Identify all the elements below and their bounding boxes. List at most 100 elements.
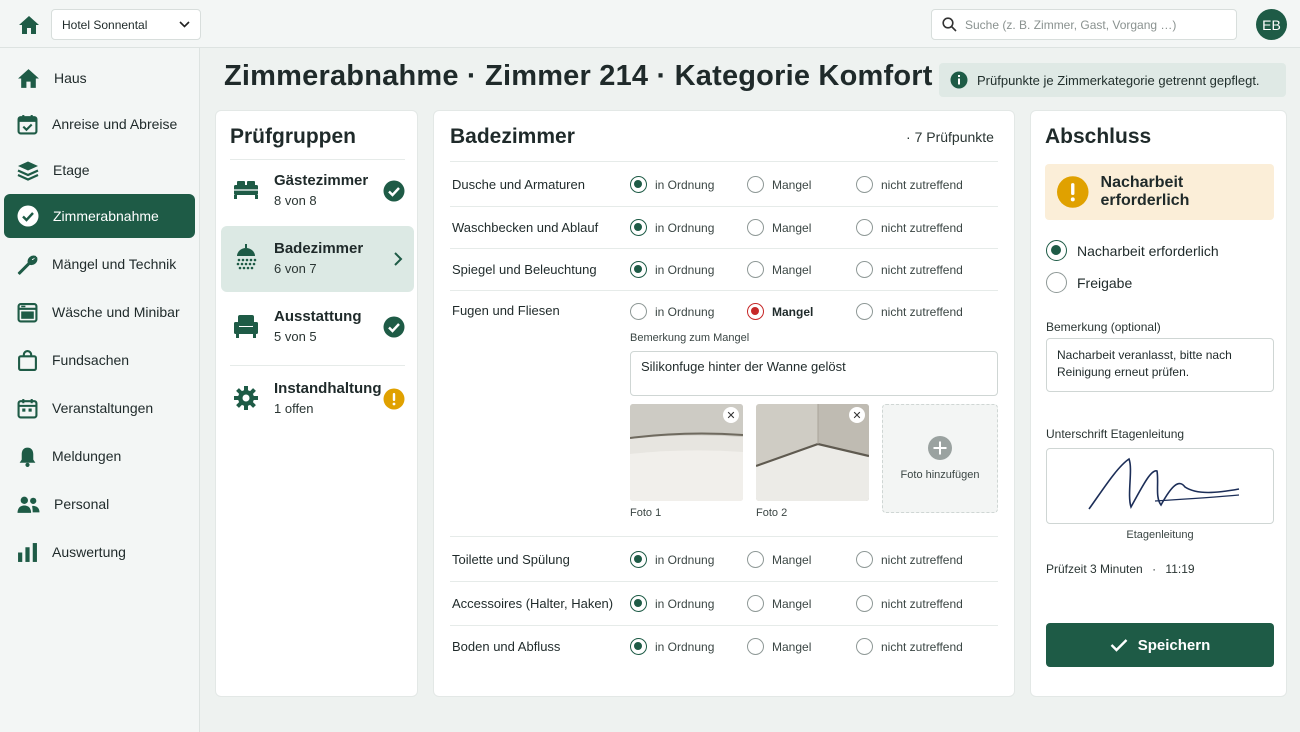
conclusion-title: Abschluss	[1045, 125, 1152, 148]
group-count: 5 von 5	[274, 329, 317, 344]
sidebar-item-label: Wäsche und Minibar	[52, 304, 180, 320]
group-item-ausstattung[interactable]: Ausstattung 5 von 5	[221, 294, 414, 360]
option-nicht-zutreffend[interactable]: nicht zutreffend	[856, 551, 963, 568]
remark-input[interactable]: Nacharbeit veranlasst, bitte nach Reinig…	[1046, 338, 1274, 392]
sidebar-item-anreise[interactable]: Anreise und Abreise	[4, 102, 195, 146]
divider	[450, 581, 998, 582]
checklist-count-text: 7 Prüfpunkte	[914, 129, 994, 145]
sidebar-item-veranstaltungen[interactable]: Veranstaltungen	[4, 386, 195, 430]
defect-photo-1[interactable]: ✕	[630, 404, 743, 501]
option-in-ordnung[interactable]: in Ordnung	[630, 595, 714, 612]
sidebar-item-personal[interactable]: Personal	[4, 482, 195, 526]
layers-icon	[17, 161, 39, 181]
group-item-badezimmer[interactable]: Badezimmer 6 von 7	[221, 226, 414, 292]
radio[interactable]	[747, 638, 764, 655]
defect-comment-input[interactable]: Silikonfuge hinter der Wanne gelöst	[630, 351, 998, 396]
calendar-icon	[17, 114, 38, 134]
radio[interactable]	[747, 219, 764, 236]
top-bar: Hotel Sonnental EB	[0, 0, 1300, 48]
option-label: in Ordnung	[655, 177, 715, 192]
sidebar-item-label: Personal	[54, 496, 110, 512]
sidebar-item-zimmerabnahme[interactable]: Zimmerabnahme	[4, 194, 195, 238]
option-mangel[interactable]: Mangel	[747, 303, 813, 320]
option-mangel[interactable]: Mangel	[747, 219, 811, 236]
radio[interactable]	[1046, 272, 1067, 293]
radio[interactable]	[856, 595, 873, 612]
radio[interactable]	[856, 261, 873, 278]
option-nicht-zutreffend[interactable]: nicht zutreffend	[856, 638, 963, 655]
radio[interactable]	[747, 303, 764, 320]
option-nicht-zutreffend[interactable]: nicht zutreffend	[856, 176, 963, 193]
photo-caption: Foto 2	[756, 507, 788, 519]
option-label: nicht zutreffend	[881, 639, 963, 654]
radio[interactable]	[856, 551, 873, 568]
radio[interactable]	[1046, 240, 1067, 261]
option-in-ordnung[interactable]: in Ordnung	[630, 551, 714, 568]
group-count: 8 von 8	[274, 193, 317, 208]
radio[interactable]	[630, 303, 647, 320]
checklist-panel: Badezimmer · 7 Prüfpunkte Dusche und Arm…	[433, 110, 1015, 697]
sidebar-item-etage[interactable]: Etage	[4, 148, 195, 192]
check-icon	[1110, 639, 1128, 652]
radio[interactable]	[630, 176, 647, 193]
radio[interactable]	[856, 176, 873, 193]
radio[interactable]	[747, 595, 764, 612]
radio[interactable]	[630, 638, 647, 655]
option-mangel[interactable]: Mangel	[747, 176, 811, 193]
sidebar-item-auswertung[interactable]: Auswertung	[4, 530, 195, 574]
radio[interactable]	[856, 219, 873, 236]
option-nicht-zutreffend[interactable]: nicht zutreffend	[856, 595, 963, 612]
radio[interactable]	[747, 551, 764, 568]
group-name: Gästezimmer	[274, 172, 369, 189]
radio[interactable]	[856, 303, 873, 320]
remove-photo-button[interactable]: ✕	[849, 407, 865, 423]
bag-icon	[18, 349, 37, 371]
radio[interactable]	[630, 595, 647, 612]
option-in-ordnung[interactable]: in Ordnung	[630, 303, 714, 320]
group-item-instandhaltung[interactable]: Instandhaltung 1 offen	[221, 366, 414, 432]
option-nicht-zutreffend[interactable]: nicht zutreffend	[856, 303, 963, 320]
option-label: in Ordnung	[655, 596, 715, 611]
option-mangel[interactable]: Mangel	[747, 638, 811, 655]
option-mangel[interactable]: Mangel	[747, 551, 811, 568]
info-banner: Prüfpunkte je Zimmerkategorie getrennt g…	[939, 63, 1286, 97]
check-time: Prüfzeit 3 Minuten	[1046, 562, 1143, 576]
option-label: nicht zutreffend	[881, 177, 963, 192]
radio[interactable]	[630, 261, 647, 278]
group-item-gaestezimmer[interactable]: Gästezimmer 8 von 8	[221, 158, 414, 224]
radio[interactable]	[630, 551, 647, 568]
add-photo-button[interactable]: Foto hinzufügen	[882, 404, 998, 513]
option-in-ordnung[interactable]: in Ordnung	[630, 219, 714, 236]
save-button[interactable]: Speichern	[1046, 623, 1274, 667]
option-label: in Ordnung	[655, 304, 715, 319]
signature-pad[interactable]	[1046, 448, 1274, 524]
search-input[interactable]	[965, 17, 1225, 32]
sidebar-item-maengel[interactable]: Mängel und Technik	[4, 242, 195, 286]
option-in-ordnung[interactable]: in Ordnung	[630, 638, 714, 655]
option-freigabe[interactable]: Freigabe	[1046, 272, 1132, 293]
sidebar: Haus Anreise und Abreise Etage Zimmerabn…	[0, 48, 200, 732]
sidebar-item-fundsachen[interactable]: Fundsachen	[4, 338, 195, 382]
remove-photo-button[interactable]: ✕	[723, 407, 739, 423]
option-label: nicht zutreffend	[881, 304, 963, 319]
info-text: Prüfpunkte je Zimmerkategorie getrennt g…	[977, 72, 1260, 88]
sidebar-item-haus[interactable]: Haus	[4, 56, 195, 100]
radio[interactable]	[856, 638, 873, 655]
radio[interactable]	[630, 219, 647, 236]
option-in-ordnung[interactable]: in Ordnung	[630, 261, 714, 278]
defect-photo-2[interactable]: ✕	[756, 404, 869, 501]
option-in-ordnung[interactable]: in Ordnung	[630, 176, 714, 193]
radio[interactable]	[747, 176, 764, 193]
avatar[interactable]: EB	[1256, 9, 1287, 40]
option-nacharbeit[interactable]: Nacharbeit erforderlich	[1046, 240, 1219, 261]
option-mangel[interactable]: Mangel	[747, 595, 811, 612]
option-nicht-zutreffend[interactable]: nicht zutreffend	[856, 219, 963, 236]
option-nicht-zutreffend[interactable]: nicht zutreffend	[856, 261, 963, 278]
sidebar-item-waesche[interactable]: Wäsche und Minibar	[4, 290, 195, 334]
option-mangel[interactable]: Mangel	[747, 261, 811, 278]
radio[interactable]	[747, 261, 764, 278]
hotel-select[interactable]: Hotel Sonnental	[51, 9, 201, 40]
home-button[interactable]	[14, 10, 44, 40]
sidebar-item-meldungen[interactable]: Meldungen	[4, 434, 195, 478]
option-label: Mangel	[772, 596, 812, 611]
